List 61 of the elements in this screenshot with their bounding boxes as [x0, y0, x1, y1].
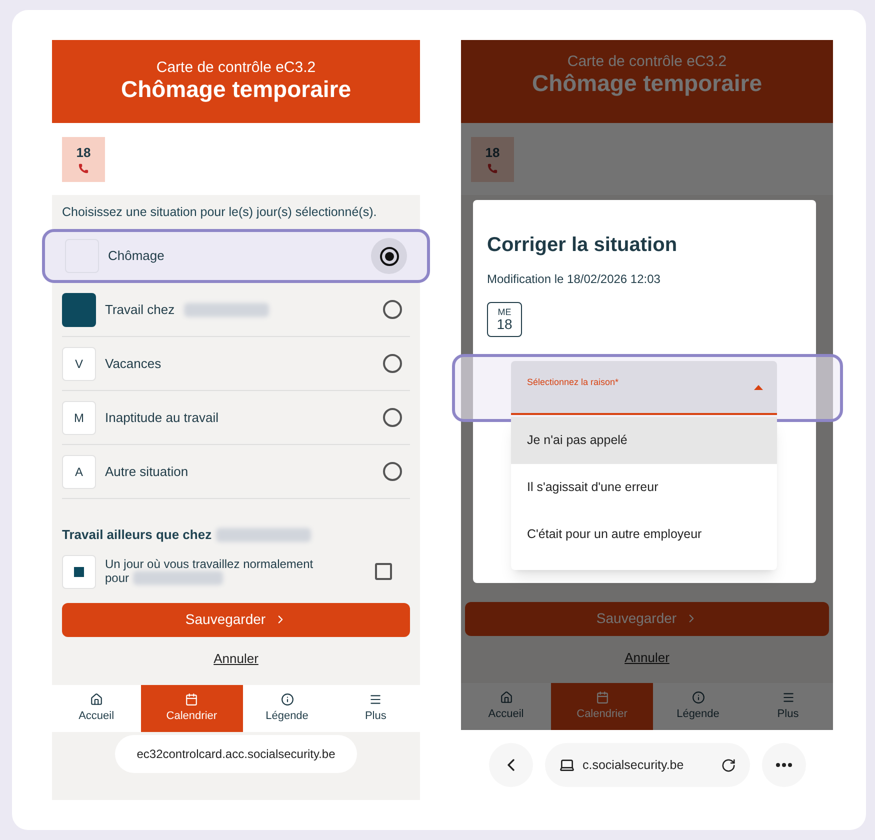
nav-tab[interactable]: Légende — [242, 685, 332, 732]
calendar-icon — [596, 690, 608, 704]
day-number: 18 — [485, 146, 500, 158]
home-icon — [90, 692, 103, 706]
day-number: 18 — [76, 146, 91, 158]
option-label: Un jour où vous travaillez normalement pour — [105, 557, 314, 586]
option-label: Inaptitude au travail — [105, 408, 218, 427]
header-subtitle: Carte de contrôle eC3.2 — [156, 60, 316, 75]
option-label: Vacances — [105, 354, 162, 373]
checkbox[interactable] — [375, 563, 392, 580]
menu-option[interactable]: Il s'agissait d'une erreur — [511, 464, 777, 511]
code-box: A — [62, 454, 96, 488]
nav-tab[interactable]: Accueil — [461, 683, 551, 730]
menu-icon — [369, 692, 382, 706]
situation-option[interactable]: M Inaptitude au travail — [62, 391, 410, 445]
situation-option[interactable]: Travail chez — [62, 283, 410, 337]
tab-icon — [558, 757, 574, 773]
option-label: Travail chez — [105, 300, 175, 319]
code-box — [62, 554, 96, 588]
info-icon — [280, 692, 294, 706]
situation-option[interactable]: Chômage — [42, 229, 430, 283]
save-button[interactable]: Sauvegarder — [62, 602, 410, 636]
code-box — [62, 292, 96, 326]
instruction-text: Choisissez une situation pour le(s) jour(s) sélectionné(s). — [61, 204, 378, 221]
nav-tab[interactable]: Légende — [653, 683, 743, 730]
header-subtitle: Carte de contrôle eC3.2 — [567, 54, 727, 69]
url-bar[interactable]: ec32controlcard.acc.socialsecurity.be — [114, 735, 358, 773]
url-text: c.socialsecurity.be — [582, 756, 685, 774]
nav-tab[interactable]: Accueil — [52, 685, 141, 732]
nav-tab[interactable]: Plus — [743, 683, 833, 730]
day-chip: ME 18 — [487, 302, 522, 337]
home-icon — [500, 690, 512, 704]
nav-tab[interactable]: Plus — [331, 685, 420, 732]
caret-icon — [754, 385, 763, 390]
menu-icon — [782, 690, 794, 704]
code-box: V — [62, 346, 96, 380]
header-title: Chômage temporaire — [532, 68, 762, 98]
section-heading: Travail ailleurs que chez — [62, 526, 212, 544]
calendar-icon — [185, 692, 198, 706]
day-chip[interactable]: 18 — [62, 137, 105, 182]
phone-icon — [487, 162, 498, 174]
cancel-link[interactable]: Annuler — [214, 648, 258, 668]
menu-option[interactable]: Je n'ai pas appelé — [511, 417, 777, 464]
nav-tab[interactable]: Calendrier — [140, 685, 243, 732]
url-bar[interactable]: c.socialsecurity.be — [544, 743, 750, 787]
situation-option[interactable]: V Vacances — [62, 337, 410, 391]
info-icon — [692, 690, 704, 704]
more-button[interactable] — [762, 743, 806, 787]
header-title: Chômage temporaire — [120, 74, 352, 104]
radio-button[interactable] — [371, 238, 407, 274]
modal-subtitle: Modification le 18/02/2026 12:03 — [487, 271, 662, 288]
modal-title: Corriger la situation — [487, 233, 678, 258]
situation-option[interactable]: A Autre situation — [62, 445, 410, 499]
code-box: M — [62, 400, 96, 434]
option-label: Autre situation — [105, 462, 188, 481]
menu-option[interactable]: C'était pour un autre employeur — [511, 511, 777, 558]
more-icon — [776, 763, 792, 767]
reload-icon — [720, 758, 736, 772]
option-label: Chômage — [108, 247, 164, 266]
cancel-link[interactable]: Annuler — [624, 648, 670, 667]
phone-icon — [78, 162, 89, 174]
